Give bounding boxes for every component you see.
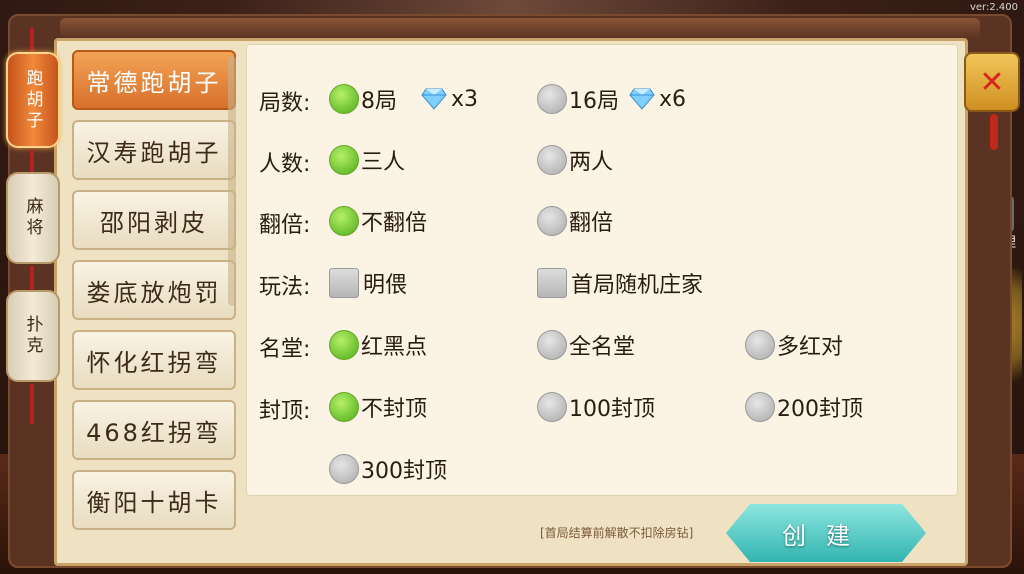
- checkbox-icon[interactable]: [329, 268, 359, 298]
- close-icon: ✕: [979, 64, 1005, 100]
- checkbox-icon[interactable]: [537, 268, 567, 298]
- play-option-mingwei[interactable]: 明偎: [329, 267, 407, 299]
- tassel-decoration: [30, 384, 34, 424]
- game-item-changde-paohuzi[interactable]: 常德跑胡子: [72, 50, 236, 110]
- radio-unselected-icon[interactable]: [537, 392, 567, 422]
- radio-selected-icon[interactable]: [329, 392, 359, 422]
- rounds-option-16[interactable]: 16局 x6: [537, 83, 686, 115]
- game-list[interactable]: 常德跑胡子 汉寿跑胡子 邵阳剥皮 娄底放炮罚 怀化红拐弯 468红拐弯 衡阳十胡…: [70, 48, 238, 546]
- options-panel: 局数: 8局 x3 16局 x6 人数: 三人 两人 翻倍: 不翻倍 翻倍 玩法…: [246, 44, 958, 496]
- rounds-option-8[interactable]: 8局 x3: [329, 83, 478, 115]
- cap-option-200[interactable]: 200封顶: [745, 391, 863, 423]
- radio-selected-icon[interactable]: [329, 330, 359, 360]
- cap-option-100[interactable]: 100封顶: [537, 391, 655, 423]
- rounds-option-16-label: 16局: [569, 89, 619, 114]
- tassel-decoration: [30, 266, 34, 290]
- category-tab-paohuzi[interactable]: 跑胡子: [6, 52, 60, 148]
- game-item-loudi-fangpaofa[interactable]: 娄底放炮罚: [72, 260, 236, 320]
- mingtang-option-quanmingtang-label: 全名堂: [569, 335, 636, 360]
- cap-option-none[interactable]: 不封顶: [329, 391, 427, 423]
- double-label: 翻倍:: [259, 213, 311, 238]
- game-list-scrollbar[interactable]: [228, 56, 236, 306]
- game-item-hengyang-shihuka[interactable]: 衡阳十胡卡: [72, 470, 236, 530]
- game-item-468-hongguaiwan[interactable]: 468红拐弯: [72, 400, 236, 460]
- category-tab-majiang[interactable]: 麻将: [6, 172, 60, 264]
- radio-selected-icon[interactable]: [329, 206, 359, 236]
- radio-unselected-icon[interactable]: [745, 392, 775, 422]
- mingtang-option-hongheidian[interactable]: 红黑点: [329, 329, 427, 361]
- radio-selected-icon[interactable]: [329, 145, 359, 175]
- radio-selected-icon[interactable]: [329, 84, 359, 114]
- close-button[interactable]: ✕: [964, 52, 1020, 112]
- players-option-three[interactable]: 三人: [329, 144, 405, 176]
- rounds-option-8-cost: x3: [451, 86, 479, 112]
- rounds-option-16-cost: x6: [659, 86, 687, 112]
- double-option-yes[interactable]: 翻倍: [537, 205, 613, 237]
- mingtang-option-duohongdui-label: 多红对: [777, 335, 844, 360]
- radio-unselected-icon[interactable]: [745, 330, 775, 360]
- cap-option-300-label: 300封顶: [361, 459, 447, 484]
- version-label: ver:2.400: [969, 2, 1018, 13]
- cap-option-100-label: 100封顶: [569, 397, 655, 422]
- play-option-mingwei-label: 明偎: [363, 273, 408, 298]
- mingtang-label: 名堂:: [259, 337, 311, 362]
- diamond-icon: [421, 88, 447, 110]
- double-option-yes-label: 翻倍: [569, 211, 614, 236]
- play-option-random-dealer[interactable]: 首局随机庄家: [537, 267, 703, 299]
- radio-unselected-icon[interactable]: [537, 330, 567, 360]
- diamond-icon: [629, 88, 655, 110]
- radio-unselected-icon[interactable]: [537, 84, 567, 114]
- rounds-option-8-label: 8局: [361, 89, 397, 114]
- players-option-two-label: 两人: [569, 150, 614, 175]
- double-option-no-label: 不翻倍: [361, 211, 428, 236]
- create-button[interactable]: 创建: [726, 504, 926, 562]
- tassel-decoration: [990, 114, 998, 150]
- mingtang-option-duohongdui[interactable]: 多红对: [745, 329, 843, 361]
- cap-option-200-label: 200封顶: [777, 397, 863, 422]
- dissolve-notice: [首局结算前解散不扣除房钻]: [540, 526, 694, 540]
- mingtang-option-quanmingtang[interactable]: 全名堂: [537, 329, 635, 361]
- tassel-decoration: [30, 150, 34, 172]
- play-option-random-dealer-label: 首局随机庄家: [571, 273, 704, 298]
- rounds-label: 局数:: [259, 91, 311, 116]
- players-option-three-label: 三人: [361, 150, 406, 175]
- tassel-decoration: [30, 28, 34, 52]
- double-option-no[interactable]: 不翻倍: [329, 205, 427, 237]
- radio-unselected-icon[interactable]: [329, 454, 359, 484]
- category-tab-puke[interactable]: 扑克: [6, 290, 60, 382]
- players-label: 人数:: [259, 152, 311, 177]
- game-item-huaihua-hongguaiwan[interactable]: 怀化红拐弯: [72, 330, 236, 390]
- radio-unselected-icon[interactable]: [537, 206, 567, 236]
- cap-option-300[interactable]: 300封顶: [329, 453, 447, 485]
- players-option-two[interactable]: 两人: [537, 144, 613, 176]
- game-item-hanshou-paohuzi[interactable]: 汉寿跑胡子: [72, 120, 236, 180]
- cap-label: 封顶:: [259, 399, 311, 424]
- dialog-frame-top: [60, 18, 980, 38]
- mingtang-option-hongheidian-label: 红黑点: [361, 335, 428, 360]
- cap-option-none-label: 不封顶: [361, 397, 428, 422]
- radio-unselected-icon[interactable]: [537, 145, 567, 175]
- game-item-shaoyang-bopi[interactable]: 邵阳剥皮: [72, 190, 236, 250]
- play-label: 玩法:: [259, 275, 311, 300]
